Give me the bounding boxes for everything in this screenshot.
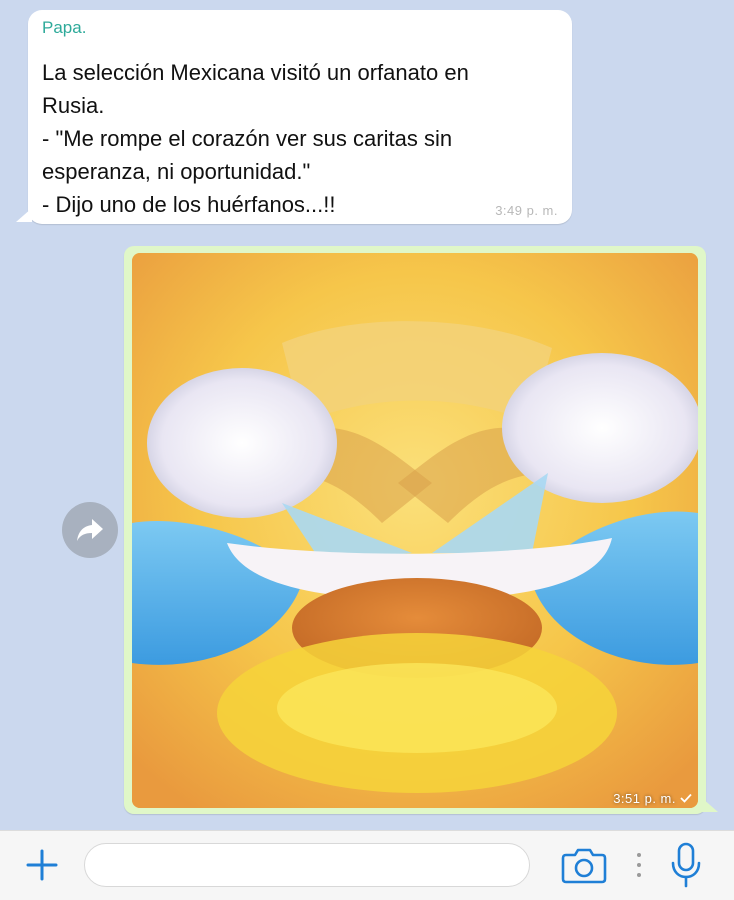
attach-button[interactable] — [22, 845, 62, 885]
voice-record-button[interactable] — [666, 841, 706, 889]
check-icon — [680, 791, 692, 806]
message-timestamp: 3:49 p. m. — [495, 203, 558, 218]
forward-button[interactable] — [62, 502, 118, 558]
message-input[interactable] — [84, 843, 530, 887]
timestamp-text: 3:51 p. m. — [613, 791, 676, 806]
laughing-crying-emoji-image[interactable] — [132, 253, 698, 808]
plus-icon — [26, 849, 58, 881]
separator-dots-icon — [634, 851, 644, 879]
sender-name[interactable]: Papa. — [42, 18, 86, 38]
forward-icon — [77, 519, 103, 541]
camera-icon — [561, 848, 607, 884]
message-composer — [0, 830, 734, 900]
message-text: La selección Mexicana visitó un orfanato… — [42, 60, 469, 217]
chat-area: Papa. La selección Mexicana visitó un or… — [0, 0, 734, 830]
camera-button[interactable] — [560, 845, 608, 885]
incoming-message-bubble[interactable]: Papa. La selección Mexicana visitó un or… — [16, 10, 572, 224]
message-timestamp: 3:51 p. m. — [613, 791, 692, 806]
outgoing-image-bubble[interactable]: 3:51 p. m. — [124, 246, 718, 814]
mic-icon — [671, 842, 701, 888]
